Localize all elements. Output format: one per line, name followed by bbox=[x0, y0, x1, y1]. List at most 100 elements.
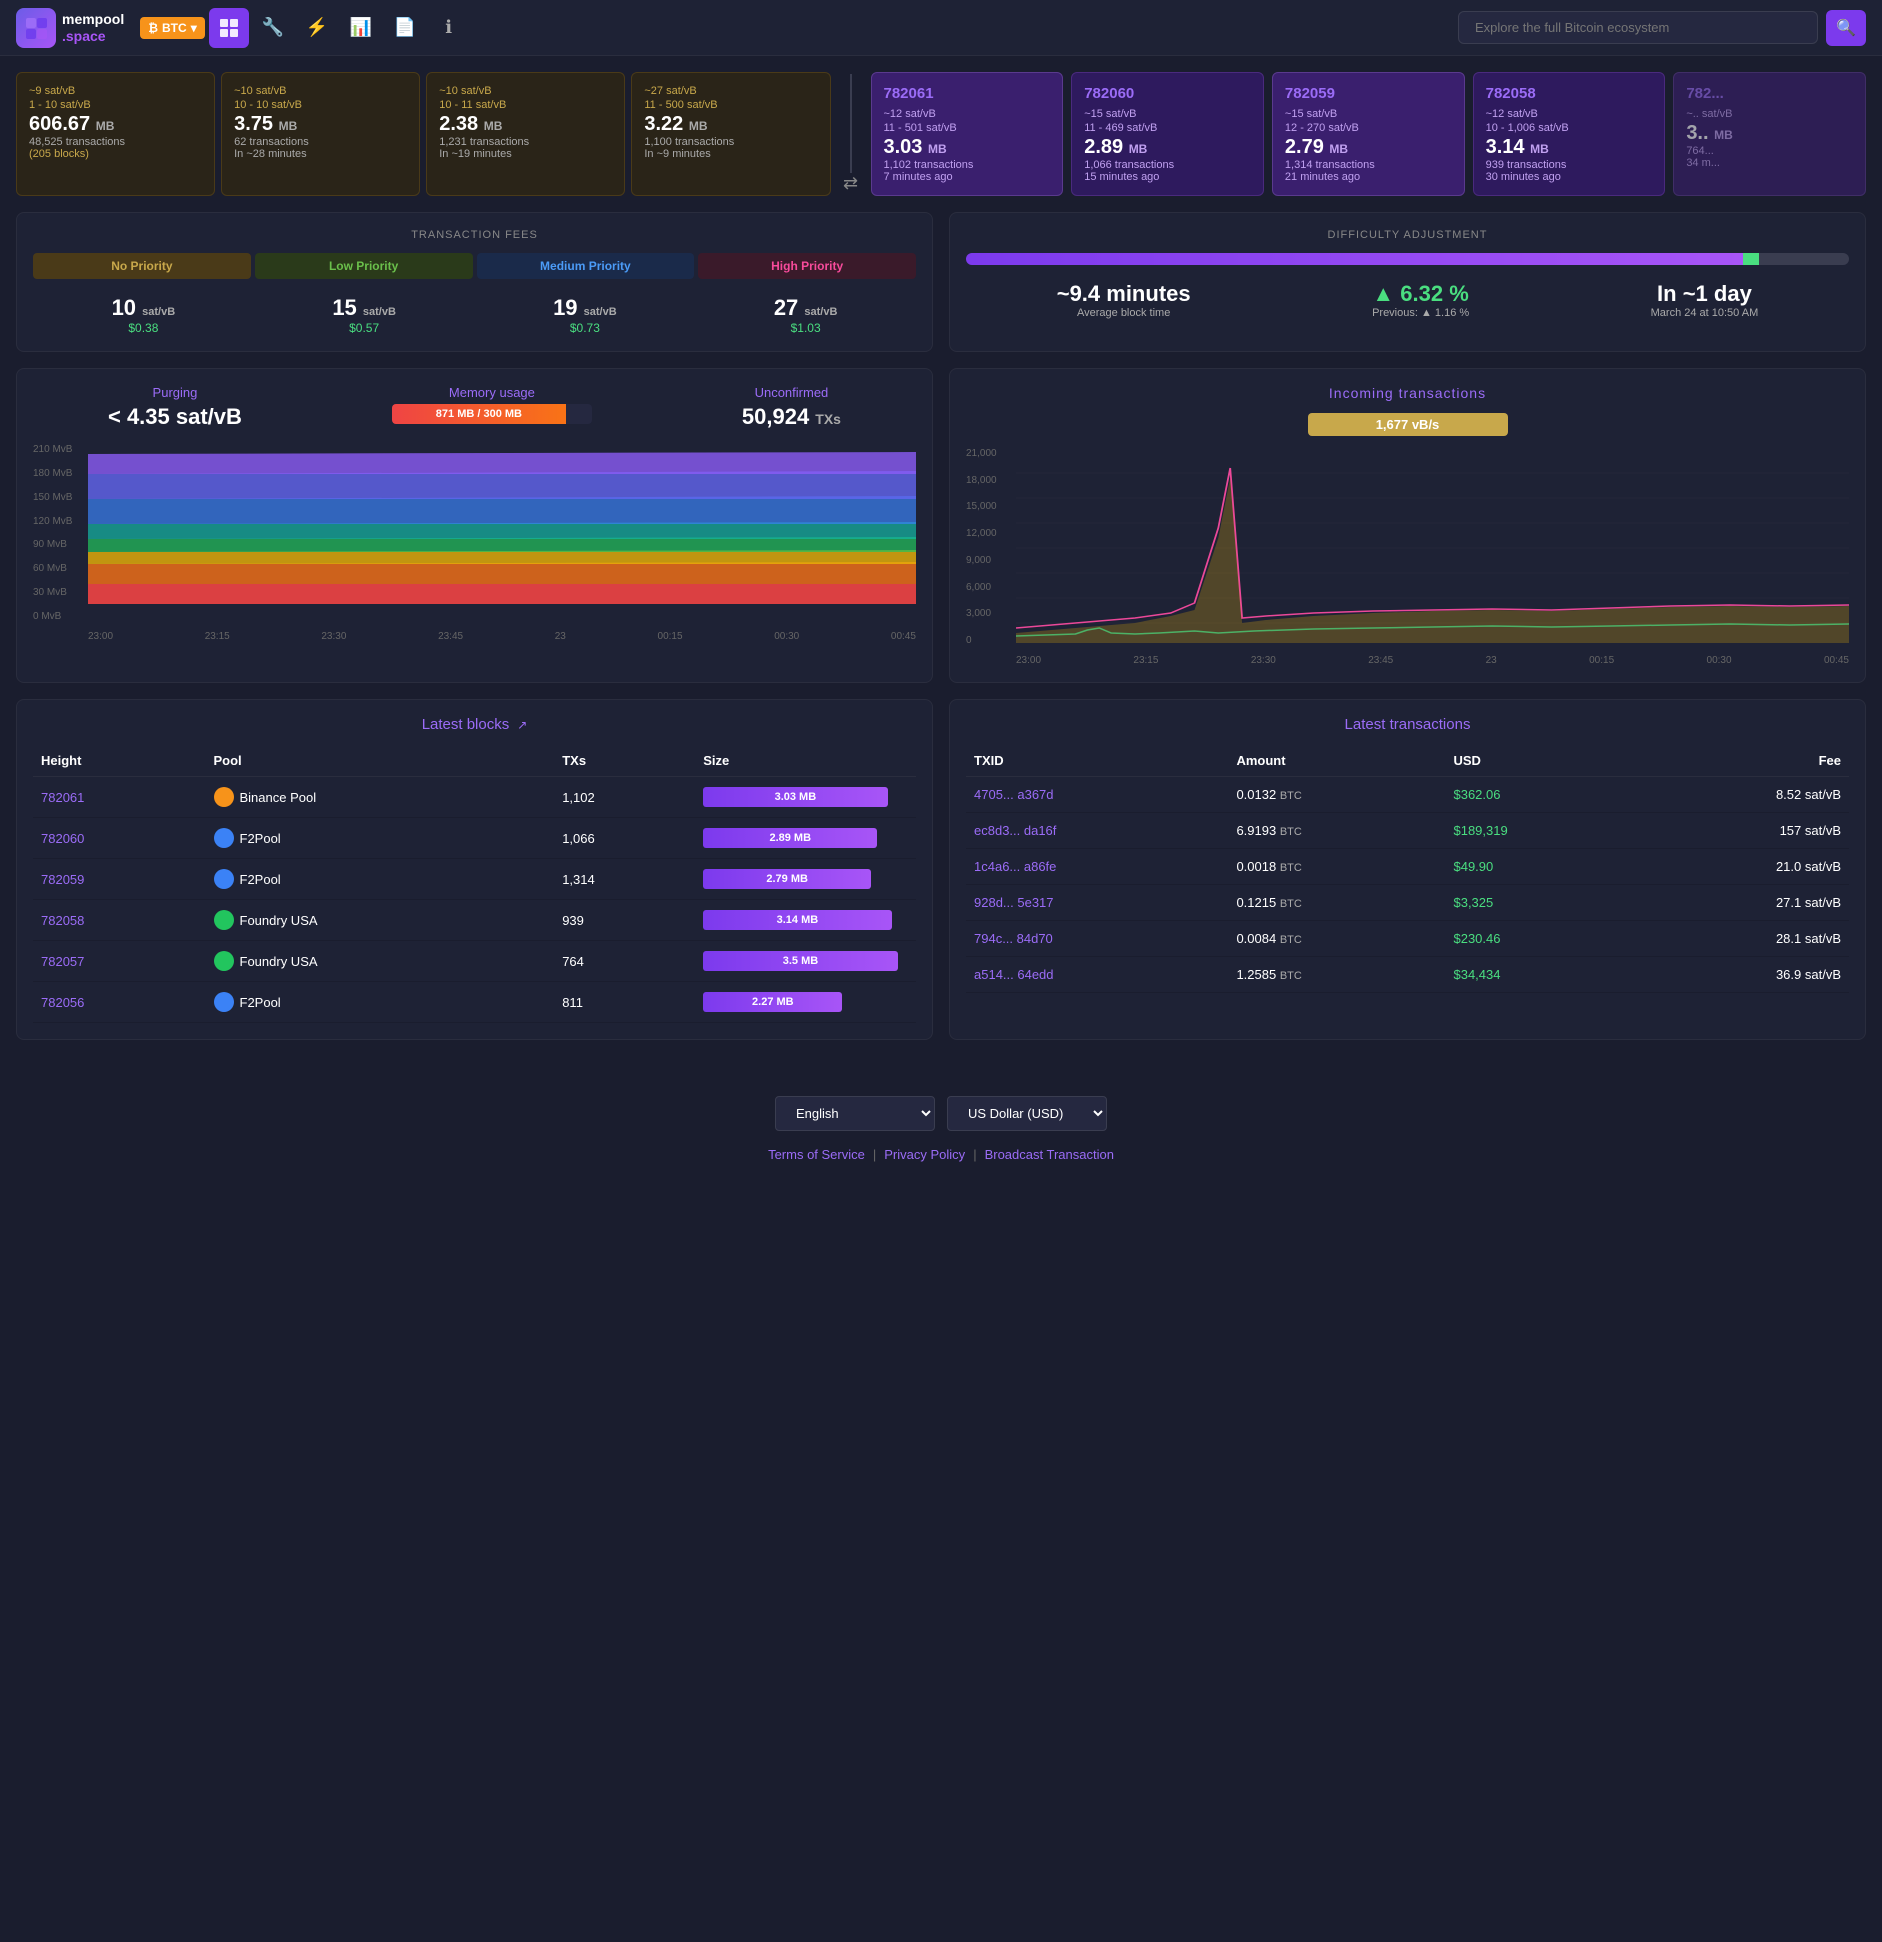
amount-cell: 0.0018 BTC bbox=[1228, 849, 1445, 885]
block-txs-cell: 1,066 bbox=[554, 818, 695, 859]
block-ago-3: 30 minutes ago bbox=[1486, 171, 1653, 183]
pending-eta-3: In ~9 minutes bbox=[644, 148, 817, 160]
fee-cell: 27.1 sat/vB bbox=[1633, 885, 1849, 921]
latest-transactions-panel: Latest transactions TXID Amount USD Fee … bbox=[949, 699, 1866, 1040]
table-row[interactable]: 794c... 84d70 0.0084 BTC $230.46 28.1 sa… bbox=[966, 921, 1849, 957]
table-row[interactable]: a514... 64edd 1.2585 BTC $34,434 36.9 sa… bbox=[966, 957, 1849, 993]
mempool-incoming-row: Purging < 4.35 sat/vB Memory usage 871 M… bbox=[16, 368, 1866, 683]
table-row[interactable]: 782058 Foundry USA 939 3.14 MB bbox=[33, 900, 916, 941]
mined-block-4[interactable]: 782... ~.. sat/vB 3.. MB 764... 34 m... bbox=[1673, 72, 1866, 196]
logo[interactable]: mempool .space bbox=[16, 8, 124, 48]
diff-stat-time: ~9.4 minutes Average block time bbox=[1057, 281, 1191, 319]
latest-row: Latest blocks ↗ Height Pool TXs Size 782… bbox=[16, 699, 1866, 1040]
nav-docs-btn[interactable]: 📄 bbox=[385, 8, 425, 48]
med-priority-btn[interactable]: Medium Priority bbox=[477, 253, 695, 279]
low-priority-btn[interactable]: Low Priority bbox=[255, 253, 473, 279]
pending-fee-top-1: ~10 sat/vB bbox=[234, 85, 407, 97]
txid-cell[interactable]: 928d... 5e317 bbox=[966, 885, 1228, 921]
block-height-link[interactable]: 782058 bbox=[33, 900, 206, 941]
txid-cell[interactable]: 4705... a367d bbox=[966, 777, 1228, 813]
btc-network-selector[interactable]: ₿ BTC ▾ bbox=[140, 17, 204, 39]
block-ago-1: 15 minutes ago bbox=[1084, 171, 1251, 183]
pool-icon bbox=[214, 951, 234, 971]
table-row[interactable]: 782060 F2Pool 1,066 2.89 MB bbox=[33, 818, 916, 859]
usd-cell: $189,319 bbox=[1445, 813, 1632, 849]
block-fee-top-0: ~12 sat/vB bbox=[884, 108, 1051, 120]
high-priority-btn[interactable]: High Priority bbox=[698, 253, 916, 279]
tx-table-header: TXID Amount USD Fee bbox=[966, 745, 1849, 777]
nav-chart-btn[interactable]: 📊 bbox=[341, 8, 381, 48]
txid-cell[interactable]: 794c... 84d70 bbox=[966, 921, 1228, 957]
search-button[interactable]: 🔍 bbox=[1826, 10, 1866, 46]
blocks-table: Height Pool TXs Size 782061 Binance Pool… bbox=[33, 745, 916, 1023]
privacy-link[interactable]: Privacy Policy bbox=[884, 1147, 965, 1162]
pending-size-0: 606.67 MB bbox=[29, 113, 202, 136]
block-height-link[interactable]: 782056 bbox=[33, 982, 206, 1023]
language-selector[interactable]: English bbox=[775, 1096, 935, 1131]
nav-dashboard-btn[interactable] bbox=[209, 8, 249, 48]
block-height-link[interactable]: 782057 bbox=[33, 941, 206, 982]
fee-values: 10 sat/vB $0.38 15 sat/vB $0.57 19 sat/v… bbox=[33, 295, 916, 335]
memory-bar-container: 871 MB / 300 MB bbox=[392, 404, 592, 424]
fee-cell: 28.1 sat/vB bbox=[1633, 921, 1849, 957]
no-priority-btn[interactable]: No Priority bbox=[33, 253, 251, 279]
pending-block-2[interactable]: ~10 sat/vB 10 - 11 sat/vB 2.38 MB 1,231 … bbox=[426, 72, 625, 196]
block-size-cell: 3.03 MB bbox=[695, 777, 916, 818]
y-label-0: 210 MvB bbox=[33, 444, 72, 455]
incoming-tx-panel: Incoming transactions 1,677 vB/s 21,000 … bbox=[949, 368, 1866, 683]
nav-info-btn[interactable]: ℹ bbox=[429, 8, 469, 48]
mined-block-0[interactable]: 782061 ~12 sat/vB 11 - 501 sat/vB 3.03 M… bbox=[871, 72, 1064, 196]
pool-icon bbox=[214, 787, 234, 807]
pending-block-3[interactable]: ~27 sat/vB 11 - 500 sat/vB 3.22 MB 1,100… bbox=[631, 72, 830, 196]
nav-lightning-btn[interactable]: ⚡ bbox=[297, 8, 337, 48]
txid-cell[interactable]: a514... 64edd bbox=[966, 957, 1228, 993]
x-label-1: 23:15 bbox=[205, 631, 230, 642]
pending-block-1[interactable]: ~10 sat/vB 10 - 10 sat/vB 3.75 MB 62 tra… bbox=[221, 72, 420, 196]
block-txs-cell: 939 bbox=[554, 900, 695, 941]
incoming-rate-container: 1,677 vB/s bbox=[966, 413, 1849, 436]
mempool-stats: Purging < 4.35 sat/vB Memory usage 871 M… bbox=[33, 385, 916, 432]
pending-txs-3: 1,100 transactions bbox=[644, 136, 817, 148]
pool-name: Foundry USA bbox=[240, 913, 318, 928]
block-height-0: 782061 bbox=[884, 85, 1051, 102]
table-row[interactable]: 1c4a6... a86fe 0.0018 BTC $49.90 21.0 sa… bbox=[966, 849, 1849, 885]
latest-blocks-title: Latest blocks ↗ bbox=[33, 716, 916, 733]
pending-txs-2: 1,231 transactions bbox=[439, 136, 612, 148]
fee-value-0: 10 sat/vB $0.38 bbox=[112, 295, 176, 335]
mined-block-2[interactable]: 782059 ~15 sat/vB 12 - 270 sat/vB 2.79 M… bbox=[1272, 72, 1465, 196]
table-row[interactable]: 782059 F2Pool 1,314 2.79 MB bbox=[33, 859, 916, 900]
currency-selector[interactable]: US Dollar (USD) bbox=[947, 1096, 1107, 1131]
mined-block-1[interactable]: 782060 ~15 sat/vB 11 - 469 sat/vB 2.89 M… bbox=[1071, 72, 1264, 196]
pending-block-0[interactable]: ~9 sat/vB 1 - 10 sat/vB 606.67 MB 48,525… bbox=[16, 72, 215, 196]
fee-value-2: 19 sat/vB $0.73 bbox=[553, 295, 617, 335]
block-height-link[interactable]: 782059 bbox=[33, 859, 206, 900]
btc-dropdown-icon: ▾ bbox=[191, 21, 197, 35]
table-row[interactable]: 4705... a367d 0.0132 BTC $362.06 8.52 sa… bbox=[966, 777, 1849, 813]
diff-bar-fill bbox=[966, 253, 1743, 265]
block-txs-3: 939 transactions bbox=[1486, 159, 1653, 171]
table-row[interactable]: ec8d3... da16f 6.9193 BTC $189,319 157 s… bbox=[966, 813, 1849, 849]
fee-sat-1: 15 sat/vB bbox=[332, 295, 396, 321]
pending-size-1: 3.75 MB bbox=[234, 113, 407, 136]
pending-fee-top-3: ~27 sat/vB bbox=[644, 85, 817, 97]
mempool-x-labels: 23:00 23:15 23:30 23:45 23 00:15 00:30 0… bbox=[88, 631, 916, 642]
block-height-link[interactable]: 782060 bbox=[33, 818, 206, 859]
diff-change-value: ▲ 6.32 % bbox=[1372, 281, 1469, 307]
table-row[interactable]: 782056 F2Pool 811 2.27 MB bbox=[33, 982, 916, 1023]
nav-tools-btn[interactable]: 🔧 bbox=[253, 8, 293, 48]
main-content: ~9 sat/vB 1 - 10 sat/vB 606.67 MB 48,525… bbox=[0, 56, 1882, 1072]
mined-block-3[interactable]: 782058 ~12 sat/vB 10 - 1,006 sat/vB 3.14… bbox=[1473, 72, 1666, 196]
search-input[interactable] bbox=[1458, 11, 1818, 44]
terms-link[interactable]: Terms of Service bbox=[768, 1147, 865, 1162]
x-label-4: 23 bbox=[555, 631, 566, 642]
table-row[interactable]: 928d... 5e317 0.1215 BTC $3,325 27.1 sat… bbox=[966, 885, 1849, 921]
block-size-cell: 2.27 MB bbox=[695, 982, 916, 1023]
broadcast-link[interactable]: Broadcast Transaction bbox=[985, 1147, 1114, 1162]
txid-cell[interactable]: ec8d3... da16f bbox=[966, 813, 1228, 849]
pool-cell: F2Pool bbox=[206, 859, 555, 900]
table-row[interactable]: 782057 Foundry USA 764 3.5 MB bbox=[33, 941, 916, 982]
txid-cell[interactable]: 1c4a6... a86fe bbox=[966, 849, 1228, 885]
block-size-3: 3.14 MB bbox=[1486, 136, 1653, 159]
table-row[interactable]: 782061 Binance Pool 1,102 3.03 MB bbox=[33, 777, 916, 818]
block-height-link[interactable]: 782061 bbox=[33, 777, 206, 818]
